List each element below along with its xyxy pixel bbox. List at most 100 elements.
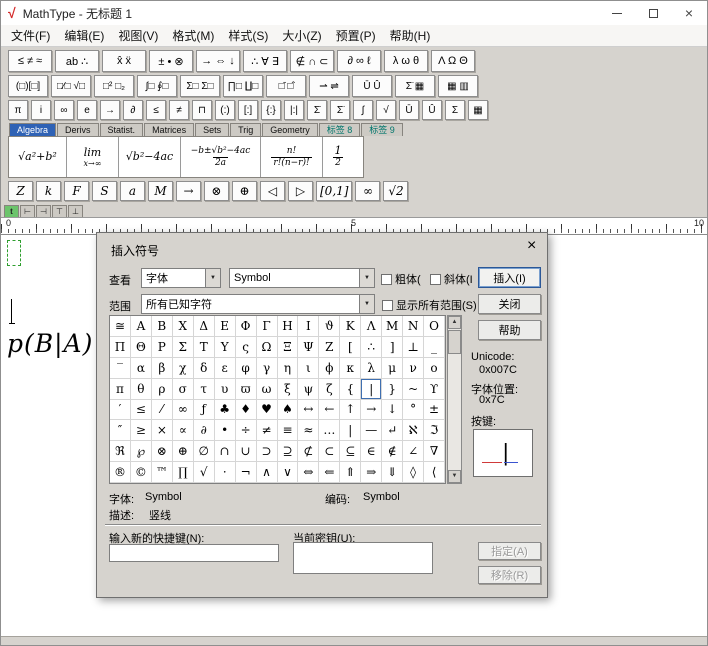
chevron-down-icon[interactable]: ▼: [359, 295, 374, 313]
symbol-cell[interactable]: {: [340, 379, 361, 400]
close-button[interactable]: ×: [671, 1, 707, 25]
expression-button[interactable]: S: [92, 181, 117, 201]
symbol-cell[interactable]: ±: [424, 400, 445, 421]
small-bar-button[interactable]: Σ̇: [307, 100, 327, 120]
symbol-cell[interactable]: ψ: [298, 379, 319, 400]
symbol-cell[interactable]: ⁄: [152, 400, 173, 421]
symbol-cell[interactable]: θ: [131, 379, 152, 400]
symbol-palette-button[interactable]: ∉ ∩ ⊂: [290, 50, 334, 72]
symbol-cell[interactable]: →: [361, 400, 382, 421]
symbol-cell[interactable]: ≅: [110, 316, 131, 337]
symbol-cell[interactable]: α: [131, 358, 152, 379]
symbol-cell[interactable]: Ζ: [319, 337, 340, 358]
symbol-cell[interactable]: φ: [236, 358, 257, 379]
symbol-cell[interactable]: ♠: [278, 400, 299, 421]
symbol-cell[interactable]: ϒ: [424, 379, 445, 400]
symbol-cell[interactable]: ∅: [194, 441, 215, 462]
symbol-palette-button[interactable]: → ⇔ ↓: [196, 50, 240, 72]
expression-button[interactable]: F: [64, 181, 89, 201]
symbol-cell[interactable]: •: [215, 420, 236, 441]
italic-checkbox[interactable]: 斜体(I: [430, 271, 473, 287]
palette-tab[interactable]: Algebra: [9, 123, 56, 136]
symbol-cell[interactable]: ∧: [257, 462, 278, 483]
symbol-cell[interactable]: ⋅: [215, 462, 236, 483]
help-button[interactable]: 帮助: [478, 320, 541, 340]
symbol-cell[interactable]: ℵ: [403, 420, 424, 441]
symbol-cell[interactable]: ~: [403, 379, 424, 400]
scroll-down-button[interactable]: ▼: [448, 470, 461, 483]
template-half-fraction[interactable]: 1 2: [323, 137, 353, 177]
expression-button[interactable]: ⊕: [232, 181, 257, 201]
tab-strip-tab[interactable]: ⊥: [68, 205, 83, 217]
symbol-cell[interactable]: Θ: [131, 337, 152, 358]
template-limit[interactable]: lim x→∞: [67, 137, 119, 177]
symbol-cell[interactable]: ∇: [424, 441, 445, 462]
symbol-cell[interactable]: γ: [257, 358, 278, 379]
expression-button[interactable]: √2: [383, 181, 408, 201]
symbol-cell[interactable]: ⊃: [257, 441, 278, 462]
template-palette-button[interactable]: ∏□ ∐□: [223, 75, 263, 97]
symbol-cell[interactable]: ×: [152, 420, 173, 441]
expression-button[interactable]: ▷: [288, 181, 313, 201]
chevron-down-icon[interactable]: ▼: [359, 269, 374, 287]
symbol-cell[interactable]: ∏: [173, 462, 194, 483]
small-bar-button[interactable]: e: [77, 100, 97, 120]
symbol-cell[interactable]: ↵: [382, 420, 403, 441]
small-bar-button[interactable]: ∂: [123, 100, 143, 120]
menu-item[interactable]: 样式(S): [221, 25, 275, 46]
tab-strip-tab[interactable]: t: [4, 205, 19, 217]
template-combination[interactable]: n! r!(n−r)!: [261, 137, 323, 177]
symbol-palette-button[interactable]: ∂ ∞ ℓ: [337, 50, 381, 72]
symbol-cell[interactable]: ⇐: [319, 462, 340, 483]
symbol-cell[interactable]: ♥: [257, 400, 278, 421]
symbol-cell[interactable]: ℑ: [424, 420, 445, 441]
symbol-cell[interactable]: ←: [319, 400, 340, 421]
symbol-cell[interactable]: ⊇: [278, 441, 299, 462]
small-bar-button[interactable]: ≠: [169, 100, 189, 120]
close-dialog-button[interactable]: 关闭: [478, 294, 541, 314]
symbol-cell[interactable]: σ: [173, 379, 194, 400]
symbol-cell[interactable]: Ι: [298, 316, 319, 337]
small-bar-button[interactable]: {:}: [261, 100, 281, 120]
symbol-cell[interactable]: ι: [298, 358, 319, 379]
symbol-cell[interactable]: ⊥: [403, 337, 424, 358]
menu-item[interactable]: 文件(F): [4, 25, 57, 46]
small-bar-button[interactable]: ∞: [54, 100, 74, 120]
tab-strip-tab[interactable]: ⊣: [36, 205, 51, 217]
template-palette-button[interactable]: Σ□ Σ□: [180, 75, 220, 97]
menu-item[interactable]: 大小(Z): [275, 25, 328, 46]
symbol-cell[interactable]: Λ: [361, 316, 382, 337]
menu-item[interactable]: 格式(M): [165, 25, 221, 46]
symbol-cell[interactable]: ζ: [319, 379, 340, 400]
symbol-cell[interactable]: ς: [236, 337, 257, 358]
symbol-cell[interactable]: ε: [215, 358, 236, 379]
symbol-cell[interactable]: ∩: [215, 441, 236, 462]
expression-button[interactable]: [0,1]: [316, 181, 352, 201]
symbol-cell[interactable]: Β: [152, 316, 173, 337]
symbol-cell[interactable]: Ξ: [278, 337, 299, 358]
symbol-cell[interactable]: ♦: [236, 400, 257, 421]
template-palette-button[interactable]: □² □₂: [94, 75, 134, 97]
symbol-cell[interactable]: ‾: [110, 358, 131, 379]
symbol-cell[interactable]: ƒ: [194, 400, 215, 421]
template-palette-button[interactable]: □̄ □̂: [266, 75, 306, 97]
symbol-cell[interactable]: ω: [257, 379, 278, 400]
symbol-palette-button[interactable]: x̂ ẍ: [102, 50, 146, 72]
symbol-cell[interactable]: ϕ: [319, 358, 340, 379]
palette-tab[interactable]: Matrices: [144, 123, 194, 136]
expression-button[interactable]: M: [148, 181, 173, 201]
new-shortcut-input[interactable]: [109, 544, 279, 562]
equation[interactable]: p(B|A): [7, 329, 93, 358]
small-bar-button[interactable]: ∫: [353, 100, 373, 120]
symbol-cell[interactable]: |: [340, 420, 361, 441]
chevron-down-icon[interactable]: ▼: [205, 269, 220, 287]
palette-tab[interactable]: Statist.: [100, 123, 144, 136]
symbol-cell[interactable]: ™: [152, 462, 173, 483]
template-sqrt-a2b2[interactable]: √a²+b²: [9, 137, 67, 177]
symbol-cell[interactable]: ρ: [152, 379, 173, 400]
symbol-cell[interactable]: ÷: [236, 420, 257, 441]
small-bar-button[interactable]: Û: [422, 100, 442, 120]
symbol-cell[interactable]: ∠: [403, 441, 424, 462]
template-discriminant[interactable]: √b²−4ac: [119, 137, 181, 177]
symbol-cell[interactable]: ∞: [173, 400, 194, 421]
